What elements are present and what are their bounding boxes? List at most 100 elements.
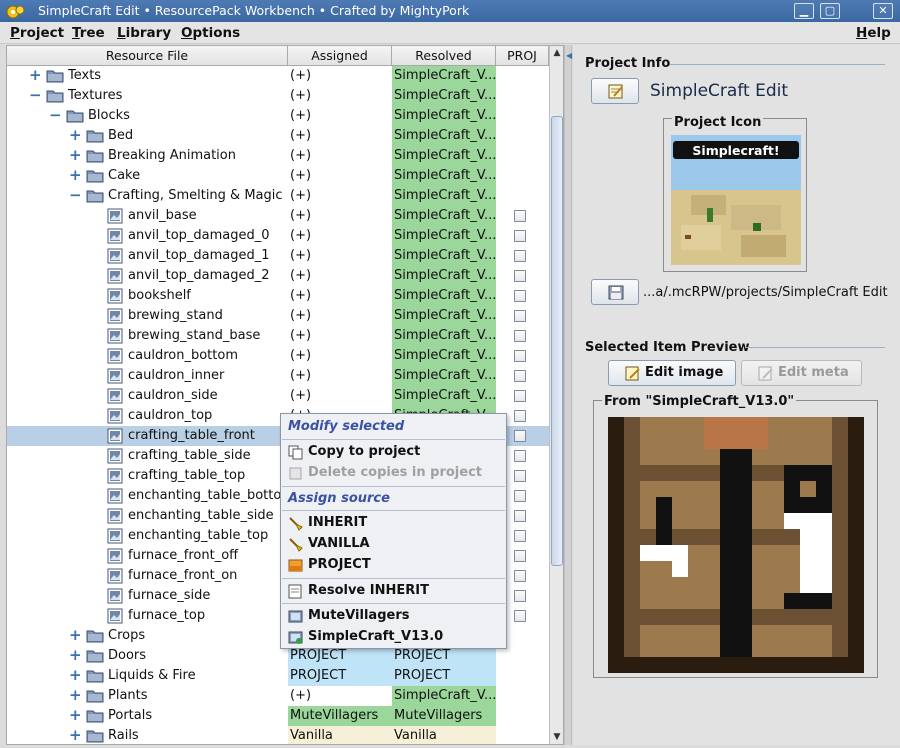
assigned-cell[interactable]: MuteVillagers <box>288 706 392 726</box>
close-button[interactable]: ✕ <box>873 3 893 19</box>
proj-checkbox[interactable] <box>514 210 526 222</box>
assigned-cell[interactable]: (+) <box>288 126 392 146</box>
resource-name-cell[interactable]: − Textures <box>7 86 288 106</box>
table-row[interactable]: + Liquids & Fire PROJECT PROJECT <box>7 666 549 686</box>
resource-name-cell[interactable]: cauldron_top <box>7 406 288 426</box>
table-row[interactable]: cauldron_side (+) SimpleCraft_V... <box>7 386 549 406</box>
assigned-cell[interactable]: (+) <box>288 246 392 266</box>
expand-icon[interactable]: + <box>69 728 82 743</box>
expand-icon[interactable]: + <box>69 168 82 183</box>
assigned-cell[interactable]: (+) <box>288 366 392 386</box>
scroll-thumb[interactable] <box>551 116 563 566</box>
proj-checkbox[interactable] <box>514 490 526 502</box>
assigned-cell[interactable]: (+) <box>288 346 392 366</box>
proj-checkbox[interactable] <box>514 430 526 442</box>
table-row[interactable]: + Plants (+) SimpleCraft_V... <box>7 686 549 706</box>
table-row[interactable]: + Cake (+) SimpleCraft_V... <box>7 166 549 186</box>
header-proj[interactable]: PROJ <box>496 46 549 66</box>
proj-checkbox[interactable] <box>514 350 526 362</box>
assigned-cell[interactable]: (+) <box>288 266 392 286</box>
menu-library[interactable]: Library <box>117 25 171 41</box>
expand-icon[interactable]: + <box>69 128 82 143</box>
resource-name-cell[interactable]: crafting_table_side <box>7 446 288 466</box>
assigned-cell[interactable]: PROJECT <box>288 666 392 686</box>
assigned-cell[interactable]: (+) <box>288 286 392 306</box>
assigned-cell[interactable]: (+) <box>288 686 392 706</box>
resource-name-cell[interactable]: + Portals <box>7 706 288 726</box>
panel-splitter[interactable]: ◀ <box>564 45 572 745</box>
expand-icon[interactable]: + <box>69 708 82 723</box>
resource-name-cell[interactable]: + Breaking Animation <box>7 146 288 166</box>
table-row[interactable]: + Portals MuteVillagers MuteVillagers <box>7 706 549 726</box>
resource-name-cell[interactable]: + Crops <box>7 626 288 646</box>
resource-name-cell[interactable]: + Texts <box>7 66 288 86</box>
ctx-source-mutevillagers[interactable]: MuteVillagers <box>285 606 503 626</box>
resource-name-cell[interactable]: cauldron_side <box>7 386 288 406</box>
assigned-cell[interactable]: (+) <box>288 166 392 186</box>
proj-checkbox[interactable] <box>514 590 526 602</box>
texture-preview-image[interactable] <box>608 417 864 673</box>
resource-name-cell[interactable]: crafting_table_front <box>7 426 288 446</box>
resource-name-cell[interactable]: furnace_side <box>7 586 288 606</box>
ctx-assign-inherit[interactable]: INHERIT <box>285 513 503 533</box>
ctx-source-simplecraft[interactable]: SimpleCraft_V13.0 <box>285 627 503 647</box>
proj-checkbox[interactable] <box>514 570 526 582</box>
collapse-icon[interactable]: − <box>29 88 42 103</box>
proj-checkbox[interactable] <box>514 330 526 342</box>
open-folder-button[interactable] <box>591 279 639 305</box>
table-row[interactable]: + Doors PROJECT PROJECT <box>7 646 549 666</box>
assigned-cell[interactable]: (+) <box>288 306 392 326</box>
table-row[interactable]: + Texts (+) SimpleCraft_V... <box>7 66 549 86</box>
proj-checkbox[interactable] <box>514 310 526 322</box>
table-row[interactable]: + Rails Vanilla Vanilla <box>7 726 549 744</box>
header-resolved[interactable]: Resolved <box>392 46 496 66</box>
proj-checkbox[interactable] <box>514 290 526 302</box>
proj-checkbox[interactable] <box>514 550 526 562</box>
table-row[interactable]: anvil_base (+) SimpleCraft_V... <box>7 206 549 226</box>
collapse-icon[interactable]: − <box>69 188 82 203</box>
resource-name-cell[interactable]: − Blocks <box>7 106 288 126</box>
ctx-delete-copies[interactable]: Delete copies in project <box>285 463 503 483</box>
resource-name-cell[interactable]: crafting_table_top <box>7 466 288 486</box>
resource-name-cell[interactable]: brewing_stand_base <box>7 326 288 346</box>
menu-options[interactable]: Options <box>181 25 240 41</box>
table-row[interactable]: bookshelf (+) SimpleCraft_V... <box>7 286 549 306</box>
table-row[interactable]: − Blocks (+) SimpleCraft_V... <box>7 106 549 126</box>
table-row[interactable]: anvil_top_damaged_2 (+) SimpleCraft_V... <box>7 266 549 286</box>
ctx-assign-vanilla[interactable]: VANILLA <box>285 534 503 554</box>
resource-name-cell[interactable]: anvil_top_damaged_1 <box>7 246 288 266</box>
resource-name-cell[interactable]: + Liquids & Fire <box>7 666 288 686</box>
proj-checkbox[interactable] <box>514 510 526 522</box>
resource-name-cell[interactable]: anvil_top_damaged_2 <box>7 266 288 286</box>
table-row[interactable]: anvil_top_damaged_0 (+) SimpleCraft_V... <box>7 226 549 246</box>
resource-name-cell[interactable]: enchanting_table_top <box>7 526 288 546</box>
proj-checkbox[interactable] <box>514 470 526 482</box>
resource-name-cell[interactable]: furnace_front_on <box>7 566 288 586</box>
assigned-cell[interactable]: (+) <box>288 386 392 406</box>
proj-checkbox[interactable] <box>514 530 526 542</box>
expand-icon[interactable]: + <box>69 668 82 683</box>
project-icon-image[interactable]: Simplecraft! <box>671 135 801 265</box>
resource-name-cell[interactable]: anvil_base <box>7 206 288 226</box>
resource-name-cell[interactable]: cauldron_bottom <box>7 346 288 366</box>
vertical-scrollbar[interactable]: ▲ ▼ <box>549 46 563 744</box>
assigned-cell[interactable]: (+) <box>288 326 392 346</box>
edit-meta-button[interactable]: Edit meta <box>741 360 862 386</box>
proj-checkbox[interactable] <box>514 270 526 282</box>
proj-checkbox[interactable] <box>514 610 526 622</box>
ctx-resolve-inherit[interactable]: Resolve INHERIT <box>285 581 503 601</box>
edit-project-button[interactable] <box>591 78 639 104</box>
proj-checkbox[interactable] <box>514 250 526 262</box>
maximize-button[interactable]: ▢ <box>820 3 840 19</box>
header-assigned[interactable]: Assigned <box>288 46 392 66</box>
resource-name-cell[interactable]: + Bed <box>7 126 288 146</box>
resource-name-cell[interactable]: + Doors <box>7 646 288 666</box>
proj-checkbox[interactable] <box>514 370 526 382</box>
resource-name-cell[interactable]: + Cake <box>7 166 288 186</box>
menu-tree[interactable]: Tree <box>72 25 105 41</box>
scroll-up-icon[interactable]: ▲ <box>550 46 563 60</box>
minimize-button[interactable]: ▁ <box>794 3 814 19</box>
assigned-cell[interactable]: (+) <box>288 206 392 226</box>
assigned-cell[interactable]: (+) <box>288 106 392 126</box>
resource-name-cell[interactable]: furnace_top <box>7 606 288 626</box>
